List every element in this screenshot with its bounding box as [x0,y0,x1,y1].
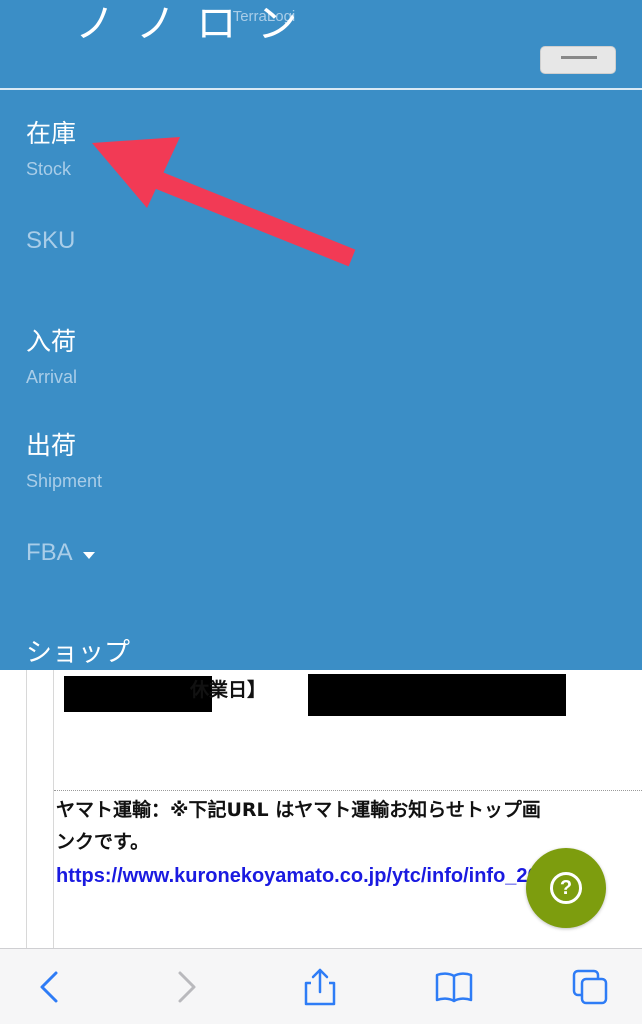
browser-toolbar [0,948,642,1024]
question-icon: ? [550,872,582,904]
yamato-info-link[interactable]: https://www.kuronekoyamato.co.jp/ytc/inf… [56,862,539,890]
help-button[interactable]: ? [526,848,606,928]
tabs-icon[interactable] [570,967,610,1007]
yamato-notice-line1: ヤマト運輸：※下記URL はヤマト運輸お知らせトップ画 [56,799,541,821]
content-border-left [26,670,27,948]
annotation-arrow-icon [92,137,356,267]
yamato-notice: ヤマト運輸：※下記URL はヤマト運輸お知らせトップ画 ンクです。 [56,794,642,858]
redacted-block [308,674,566,716]
dotted-divider [54,790,642,791]
bookmarks-icon[interactable] [434,967,474,1007]
content-border-inner [53,670,54,948]
forward-icon[interactable] [166,967,206,1007]
holiday-heading: 休業日】 [190,679,267,701]
back-icon[interactable] [30,967,70,1007]
share-icon[interactable] [300,967,340,1007]
nav-menu-overlay: TerraLogi ノ ノ ロ ン 在庫 Stock SKU 入荷 Arriva… [0,0,642,670]
